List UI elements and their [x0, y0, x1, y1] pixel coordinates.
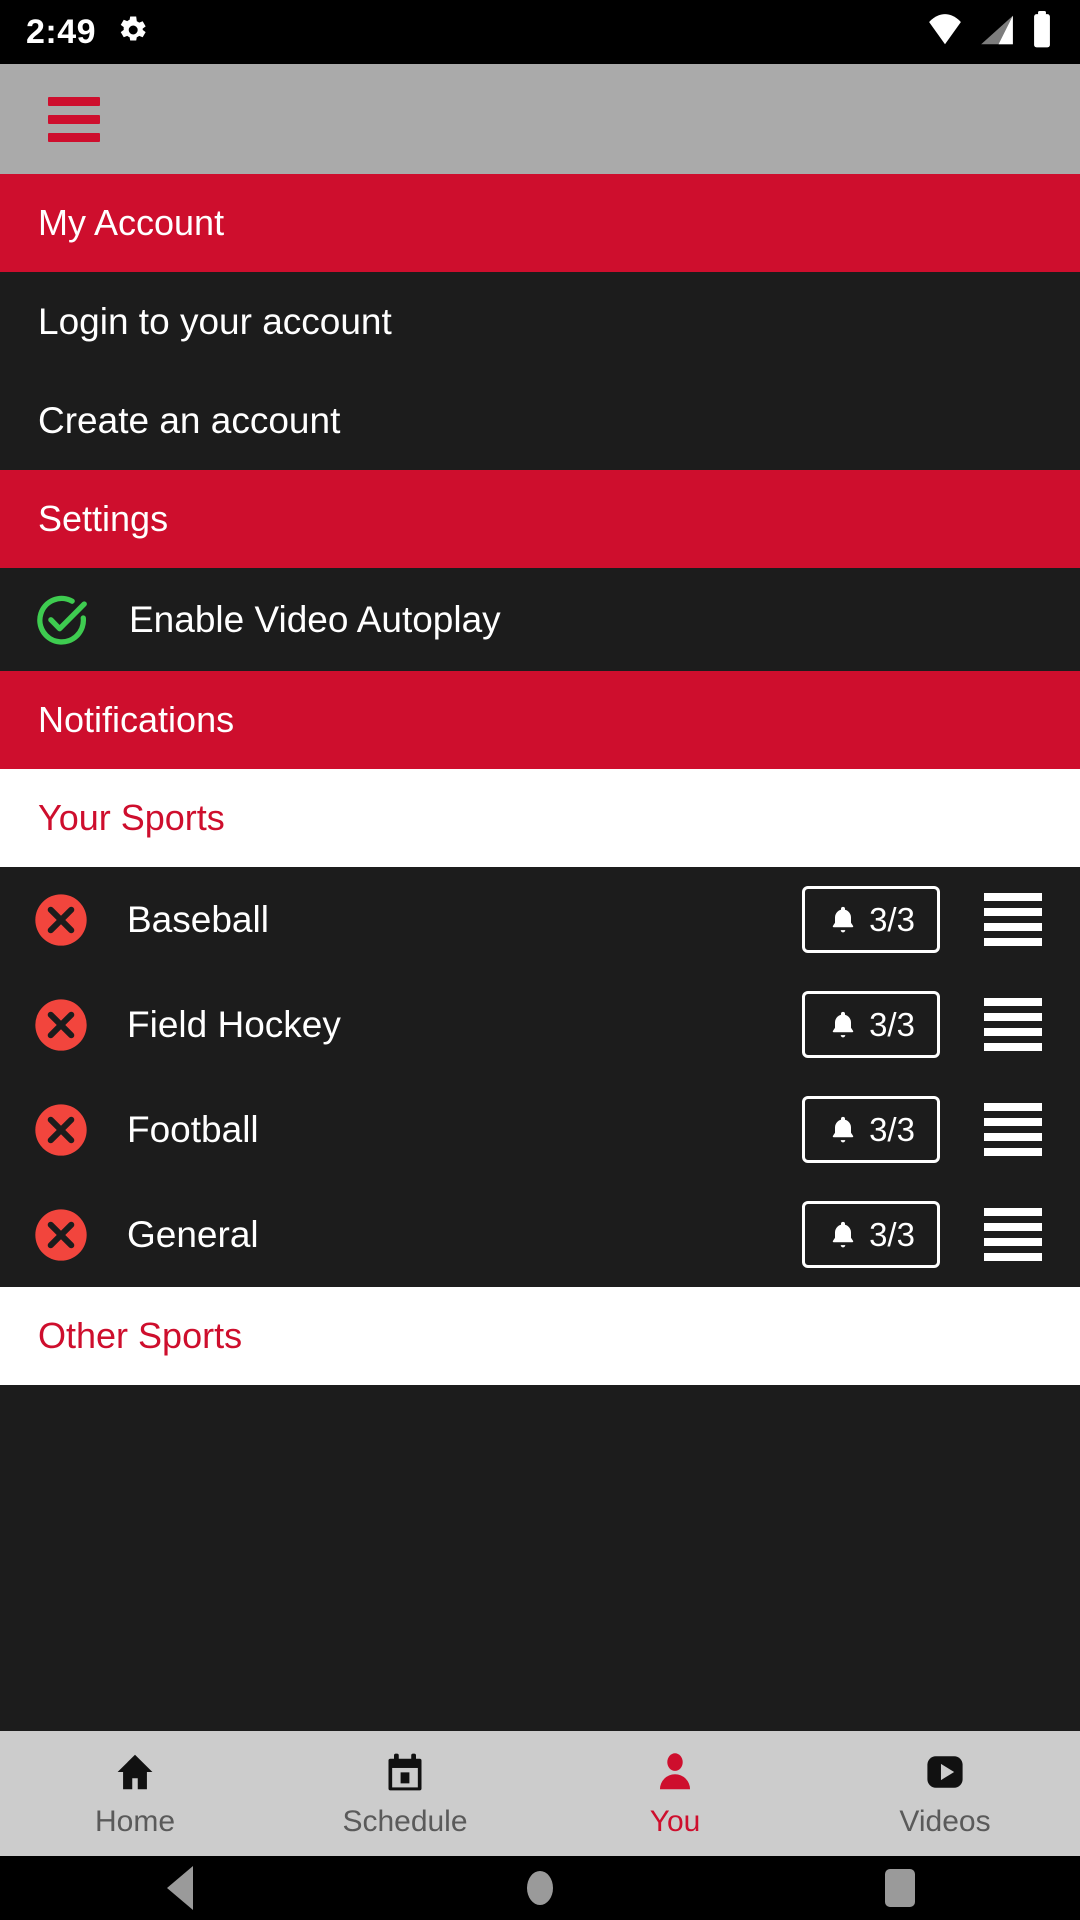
- status-bar-system-icons: [926, 10, 1054, 54]
- app-screen: 2:49 My Account Login to your account Cr…: [0, 0, 1080, 1920]
- drag-handle-icon[interactable]: [984, 998, 1042, 1051]
- bell-icon: [832, 1116, 854, 1142]
- toggle-row-video-autoplay[interactable]: Enable Video Autoplay: [0, 568, 1080, 671]
- nav-item-videos[interactable]: Videos: [810, 1749, 1080, 1839]
- status-bar-notification-icons: [114, 12, 150, 53]
- sport-row[interactable]: Field Hockey 3/3: [0, 972, 1080, 1077]
- drag-handle-bar: [984, 1103, 1042, 1111]
- nav-label: You: [649, 1804, 701, 1838]
- notification-count-label: 3/3: [869, 1215, 915, 1253]
- play-icon: [923, 1749, 967, 1795]
- sport-row[interactable]: Football 3/3: [0, 1077, 1080, 1182]
- drag-handle-bar: [984, 938, 1042, 946]
- calendar-icon: [383, 1749, 427, 1795]
- section-header-your-sports: Your Sports: [0, 769, 1080, 867]
- android-navigation-bar: [0, 1856, 1080, 1920]
- menu-item-login[interactable]: Login to your account: [0, 272, 1080, 371]
- android-recents-button[interactable]: [720, 1869, 1080, 1907]
- notification-count-badge[interactable]: 3/3: [802, 991, 940, 1058]
- drag-handle-bar: [984, 1223, 1042, 1231]
- remove-circle-icon[interactable]: [33, 1207, 89, 1263]
- bell-icon: [832, 1011, 854, 1037]
- sport-name: General: [127, 1213, 259, 1255]
- drag-handle-icon[interactable]: [984, 1103, 1042, 1156]
- remove-circle-icon[interactable]: [33, 1102, 89, 1158]
- nav-label: Videos: [899, 1804, 991, 1838]
- drag-handle-bar: [984, 1253, 1042, 1261]
- status-bar: 2:49: [0, 0, 1080, 64]
- navigation-drawer: My Account Login to your account Create …: [0, 174, 1080, 1920]
- menu-item-label: Login to your account: [38, 300, 392, 342]
- check-circle-icon[interactable]: [33, 591, 91, 649]
- sport-row[interactable]: General 3/3: [0, 1182, 1080, 1287]
- hamburger-bar: [48, 96, 100, 106]
- battery-icon: [1030, 10, 1054, 54]
- drag-handle-bar: [984, 908, 1042, 916]
- bell-icon: [832, 1221, 854, 1247]
- drag-handle-bar: [984, 1118, 1042, 1126]
- drag-handle-bar: [984, 1148, 1042, 1156]
- notification-count-badge[interactable]: 3/3: [802, 1096, 940, 1163]
- drag-handle-bar: [984, 1028, 1042, 1036]
- remove-circle-icon[interactable]: [33, 892, 89, 948]
- drag-handle-bar: [984, 998, 1042, 1006]
- remove-circle-icon[interactable]: [33, 997, 89, 1053]
- cell-signal-icon: [978, 11, 1016, 54]
- notification-count-label: 3/3: [869, 900, 915, 938]
- nav-item-schedule[interactable]: Schedule: [270, 1749, 540, 1839]
- app-bar: [0, 64, 1080, 174]
- nav-item-home[interactable]: Home: [0, 1749, 270, 1839]
- hamburger-menu-icon[interactable]: [48, 96, 100, 142]
- drag-handle-bar: [984, 1013, 1042, 1021]
- nav-label: Schedule: [342, 1804, 468, 1838]
- section-header-settings: Settings: [0, 470, 1080, 568]
- drag-handle-icon[interactable]: [984, 893, 1042, 946]
- notification-count-label: 3/3: [869, 1110, 915, 1148]
- notification-count-badge[interactable]: 3/3: [802, 886, 940, 953]
- sport-row[interactable]: Baseball 3/3: [0, 867, 1080, 972]
- menu-item-create-account[interactable]: Create an account: [0, 371, 1080, 470]
- your-sports-list: Baseball 3/3 Field Hockey 3/3 Football 3…: [0, 867, 1080, 1287]
- notification-count-badge[interactable]: 3/3: [802, 1201, 940, 1268]
- drag-handle-bar: [984, 893, 1042, 901]
- drag-handle-bar: [984, 1133, 1042, 1141]
- home-circle-icon: [527, 1871, 553, 1905]
- drag-handle-bar: [984, 1238, 1042, 1246]
- back-triangle-icon: [167, 1866, 193, 1910]
- android-back-button[interactable]: [0, 1866, 360, 1910]
- bell-icon: [832, 906, 854, 932]
- toggle-label: Enable Video Autoplay: [129, 598, 501, 640]
- bottom-navigation-bar: Home Schedule You Videos: [0, 1731, 1080, 1856]
- menu-item-label: Create an account: [38, 399, 341, 441]
- hamburger-bar: [48, 114, 100, 124]
- wifi-icon: [926, 11, 964, 54]
- notification-count-label: 3/3: [869, 1005, 915, 1043]
- drag-handle-bar: [984, 1043, 1042, 1051]
- section-header-notifications: Notifications: [0, 671, 1080, 769]
- drag-handle-bar: [984, 923, 1042, 931]
- person-icon: [653, 1749, 697, 1795]
- drag-handle-bar: [984, 1208, 1042, 1216]
- status-bar-clock: 2:49: [26, 12, 97, 51]
- drag-handle-icon[interactable]: [984, 1208, 1042, 1261]
- recents-square-icon: [885, 1869, 915, 1907]
- nav-item-you[interactable]: You: [540, 1749, 810, 1839]
- sport-name: Field Hockey: [127, 1003, 341, 1045]
- section-header-my-account: My Account: [0, 174, 1080, 272]
- section-header-other-sports: Other Sports: [0, 1287, 1080, 1385]
- sport-name: Baseball: [127, 898, 269, 940]
- gear-icon: [114, 12, 150, 53]
- android-home-button[interactable]: [360, 1871, 720, 1905]
- sport-name: Football: [127, 1108, 259, 1150]
- nav-label: Home: [94, 1804, 176, 1838]
- home-icon: [113, 1749, 157, 1795]
- hamburger-bar: [48, 132, 100, 142]
